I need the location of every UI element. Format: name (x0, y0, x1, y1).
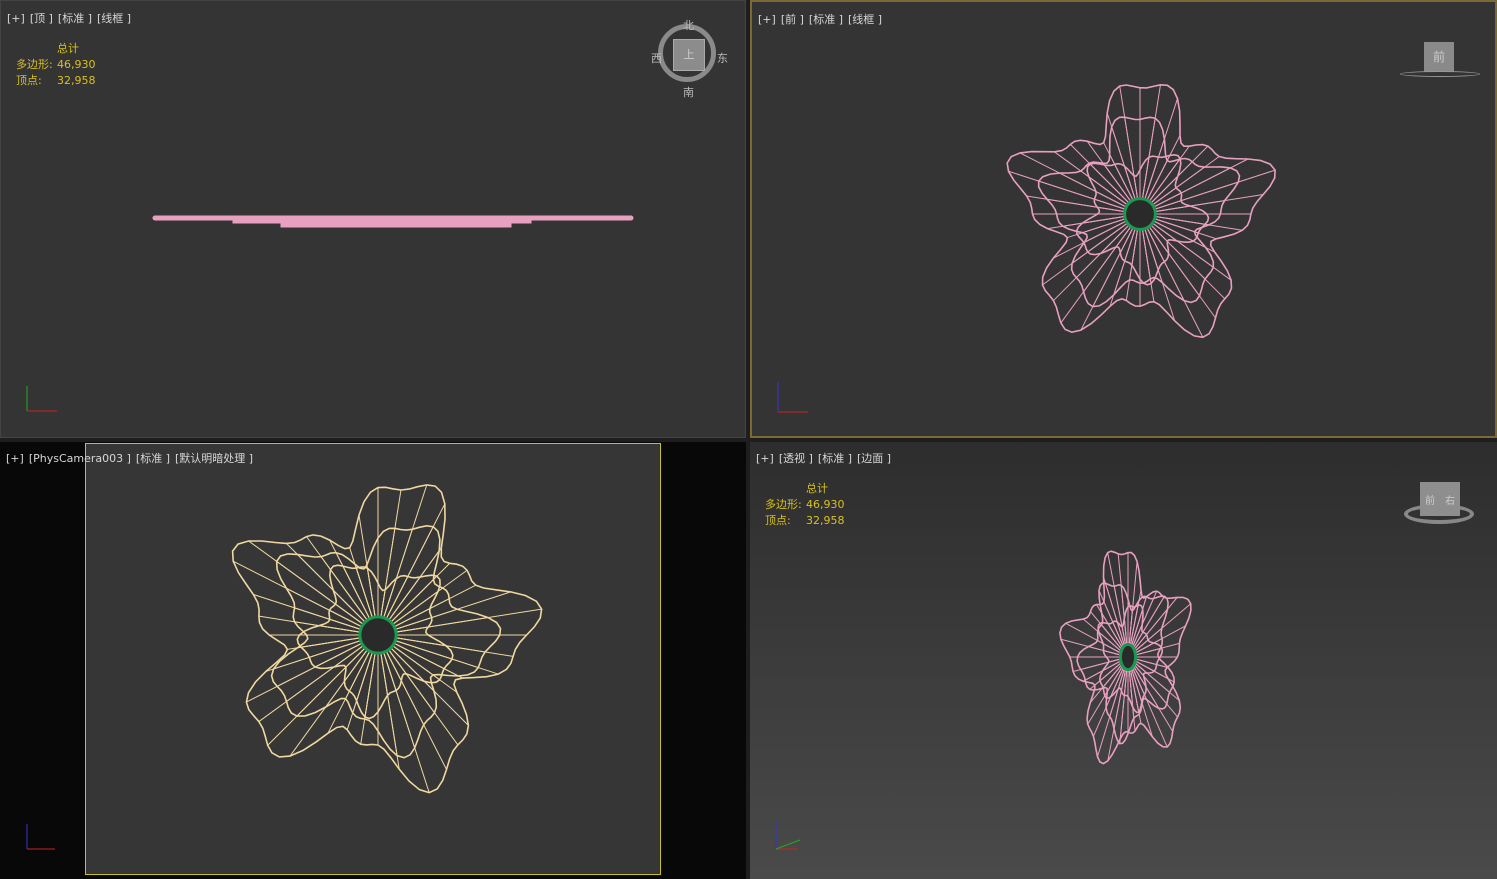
viewport-canvas (775, 550, 1192, 850)
viewcube-face[interactable]: 上 (673, 39, 705, 71)
viewport-menu-plus[interactable]: [+] (6, 452, 24, 465)
viewport-menu-plus[interactable]: [+] (7, 12, 25, 25)
viewcube-face-front[interactable]: 前 (1425, 492, 1435, 507)
stats-overlay: 总计 多边形: 46,930 顶点: 32,958 (16, 41, 96, 89)
viewport-canvas (26, 215, 634, 412)
shading-menu[interactable]: [线框 ] (848, 13, 882, 26)
vertices-count: 32,958 (57, 74, 96, 87)
compass-south: 南 (683, 86, 694, 99)
view-menu[interactable]: [顶 ] (30, 12, 53, 25)
viewport-canvas (777, 83, 1276, 413)
polygons-label: 多边形: (16, 58, 53, 71)
polygons-count: 46,930 (57, 58, 96, 71)
viewport-menu-plus[interactable]: [+] (758, 13, 776, 26)
viewport-front[interactable]: [+] [前 ] [标准 ] [线框 ] 前 (750, 0, 1497, 438)
quality-menu[interactable]: [标准 ] (809, 13, 843, 26)
compass-north: 北 (683, 19, 694, 32)
quality-menu[interactable]: [标准 ] (58, 12, 92, 25)
flower-wireframe (231, 484, 543, 794)
camera-menu[interactable]: [PhysCamera003 ] (29, 452, 131, 465)
shading-menu[interactable]: [线框 ] (97, 12, 131, 25)
viewport-top[interactable]: [+] [顶 ] [标准 ] [线框 ] 总计 多边形: 46,930 顶点: 32,95… (0, 0, 746, 438)
viewport-camera[interactable]: [+] [PhysCamera003 ] [标准 ] [默认明暗处理 ] (0, 442, 746, 879)
vertices-label: 顶点: (16, 74, 42, 87)
viewport-label[interactable]: [+] [PhysCamera003 ] [标准 ] [默认明暗处理 ] (6, 450, 258, 466)
vertices-label: 顶点: (765, 514, 791, 527)
view-menu[interactable]: [前 ] (781, 13, 804, 26)
viewport-label[interactable]: [+] [前 ] [标准 ] [线框 ] (758, 11, 887, 27)
compass-west: 西 (651, 52, 662, 65)
view-menu[interactable]: [透视 ] (779, 452, 813, 465)
viewport-canvas (26, 484, 543, 850)
vertices-count: 32,958 (806, 514, 845, 527)
viewport-perspective[interactable]: [+] [透视 ] [标准 ] [边面 ] 总计 多边形: 46,930 顶点: 32,9… (750, 442, 1497, 879)
petal-rib (1089, 163, 1135, 209)
polygons-label: 多边形: (765, 498, 802, 511)
shading-menu[interactable]: [边面 ] (857, 452, 891, 465)
flower-wireframe (1059, 550, 1192, 765)
stats-header: 总计 (806, 482, 828, 495)
viewport-label[interactable]: [+] [顶 ] [标准 ] [线框 ] (7, 10, 136, 26)
stats-header: 总计 (57, 42, 79, 55)
polygons-count: 46,930 (806, 498, 845, 511)
axis-gizmo-icon (26, 386, 57, 412)
viewcube[interactable]: 前右 (1402, 478, 1478, 530)
shading-menu[interactable]: [默认明暗处理 ] (175, 452, 253, 465)
viewcube-face-right[interactable]: 右 (1445, 492, 1455, 507)
petal-rib (364, 644, 377, 718)
axis-gizmo-icon (26, 824, 55, 850)
axis-gizmo-icon (777, 382, 808, 413)
axis-gizmo-icon (775, 822, 801, 850)
viewcube-compass[interactable]: 上 北 南 东 西 (651, 19, 731, 99)
center-ring (1118, 642, 1138, 672)
flower-wireframe (1006, 83, 1276, 339)
stats-overlay: 总计 多边形: 46,930 顶点: 32,958 (765, 481, 845, 529)
viewport-label[interactable]: [+] [透视 ] [标准 ] [边面 ] (756, 450, 896, 466)
center-ring (1123, 197, 1157, 231)
viewcube-face[interactable]: 前 (1424, 42, 1454, 72)
quality-menu[interactable]: [标准 ] (136, 452, 170, 465)
petal-rib (384, 575, 438, 629)
compass-east: 东 (717, 52, 728, 65)
quality-menu[interactable]: [标准 ] (818, 452, 852, 465)
center-ring (358, 615, 398, 655)
viewcube[interactable]: 前 (1400, 40, 1480, 80)
flower-top-wireframe (152, 215, 634, 228)
viewport-menu-plus[interactable]: [+] (756, 452, 774, 465)
